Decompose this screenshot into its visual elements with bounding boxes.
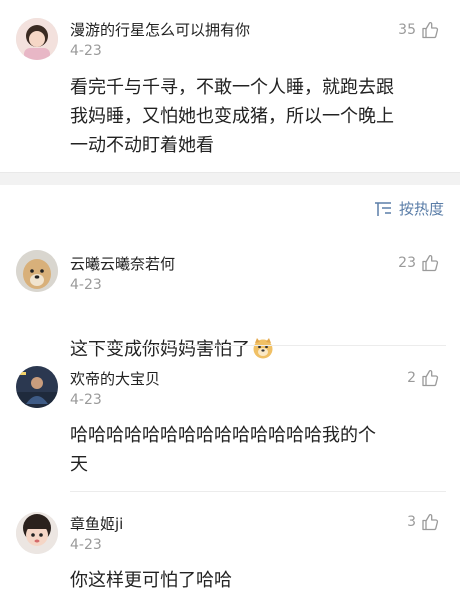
like-count: 35	[398, 22, 416, 38]
thumbs-up-icon	[422, 513, 439, 531]
comment-item: 章鱼姬ji 4-23 3 你这样更可怕了哈哈	[0, 492, 460, 600]
username[interactable]: 云曦云曦奈若何	[70, 253, 175, 274]
like-button[interactable]: 2	[407, 368, 440, 388]
avatar[interactable]	[16, 18, 58, 60]
username[interactable]: 漫游的行星怎么可以拥有你	[70, 19, 250, 40]
username[interactable]: 欢帝的大宝贝	[70, 368, 160, 389]
like-count: 2	[407, 370, 416, 386]
comment-text: 哈哈哈哈哈哈哈哈哈哈哈哈哈哈我的个 天	[70, 425, 376, 475]
avatar[interactable]	[16, 512, 58, 554]
like-count: 23	[398, 255, 416, 271]
sort-label: 按热度	[398, 200, 444, 218]
sort-by-hot-button[interactable]: 按热度	[373, 198, 444, 219]
comment-date: 4-23	[70, 43, 102, 59]
avatar[interactable]	[16, 366, 58, 408]
thumbs-up-icon	[422, 254, 439, 272]
section-divider	[0, 172, 460, 185]
thumbs-up-icon	[422, 369, 439, 387]
comment-date: 4-23	[70, 537, 102, 553]
like-button[interactable]: 23	[398, 253, 440, 273]
like-button[interactable]: 35	[398, 20, 440, 40]
comment-item: 漫游的行星怎么可以拥有你 4-23 35 看完千与千寻，不敢一个人睡，就跑去跟 …	[0, 0, 460, 172]
sort-icon	[374, 201, 391, 216]
username[interactable]: 章鱼姬ji	[70, 513, 123, 534]
comment-item: 云曦云曦奈若何 4-23 23 这下变成你妈妈害怕了	[0, 236, 460, 360]
comment-text: 你这样更可怕了哈哈	[70, 570, 232, 591]
thumbs-up-icon	[422, 21, 439, 39]
like-count: 3	[407, 514, 416, 530]
comment-date: 4-23	[70, 392, 102, 408]
comment-date: 4-23	[70, 277, 102, 293]
avatar[interactable]	[16, 250, 58, 292]
like-button[interactable]: 3	[407, 512, 440, 532]
comment-text: 看完千与千寻，不敢一个人睡，就跑去跟 我妈睡，又怕她也变成猪，所以一个晚上 一动…	[70, 77, 394, 156]
comment-item: 欢帝的大宝贝 4-23 2 哈哈哈哈哈哈哈哈哈哈哈哈哈哈我的个 天	[0, 346, 460, 492]
